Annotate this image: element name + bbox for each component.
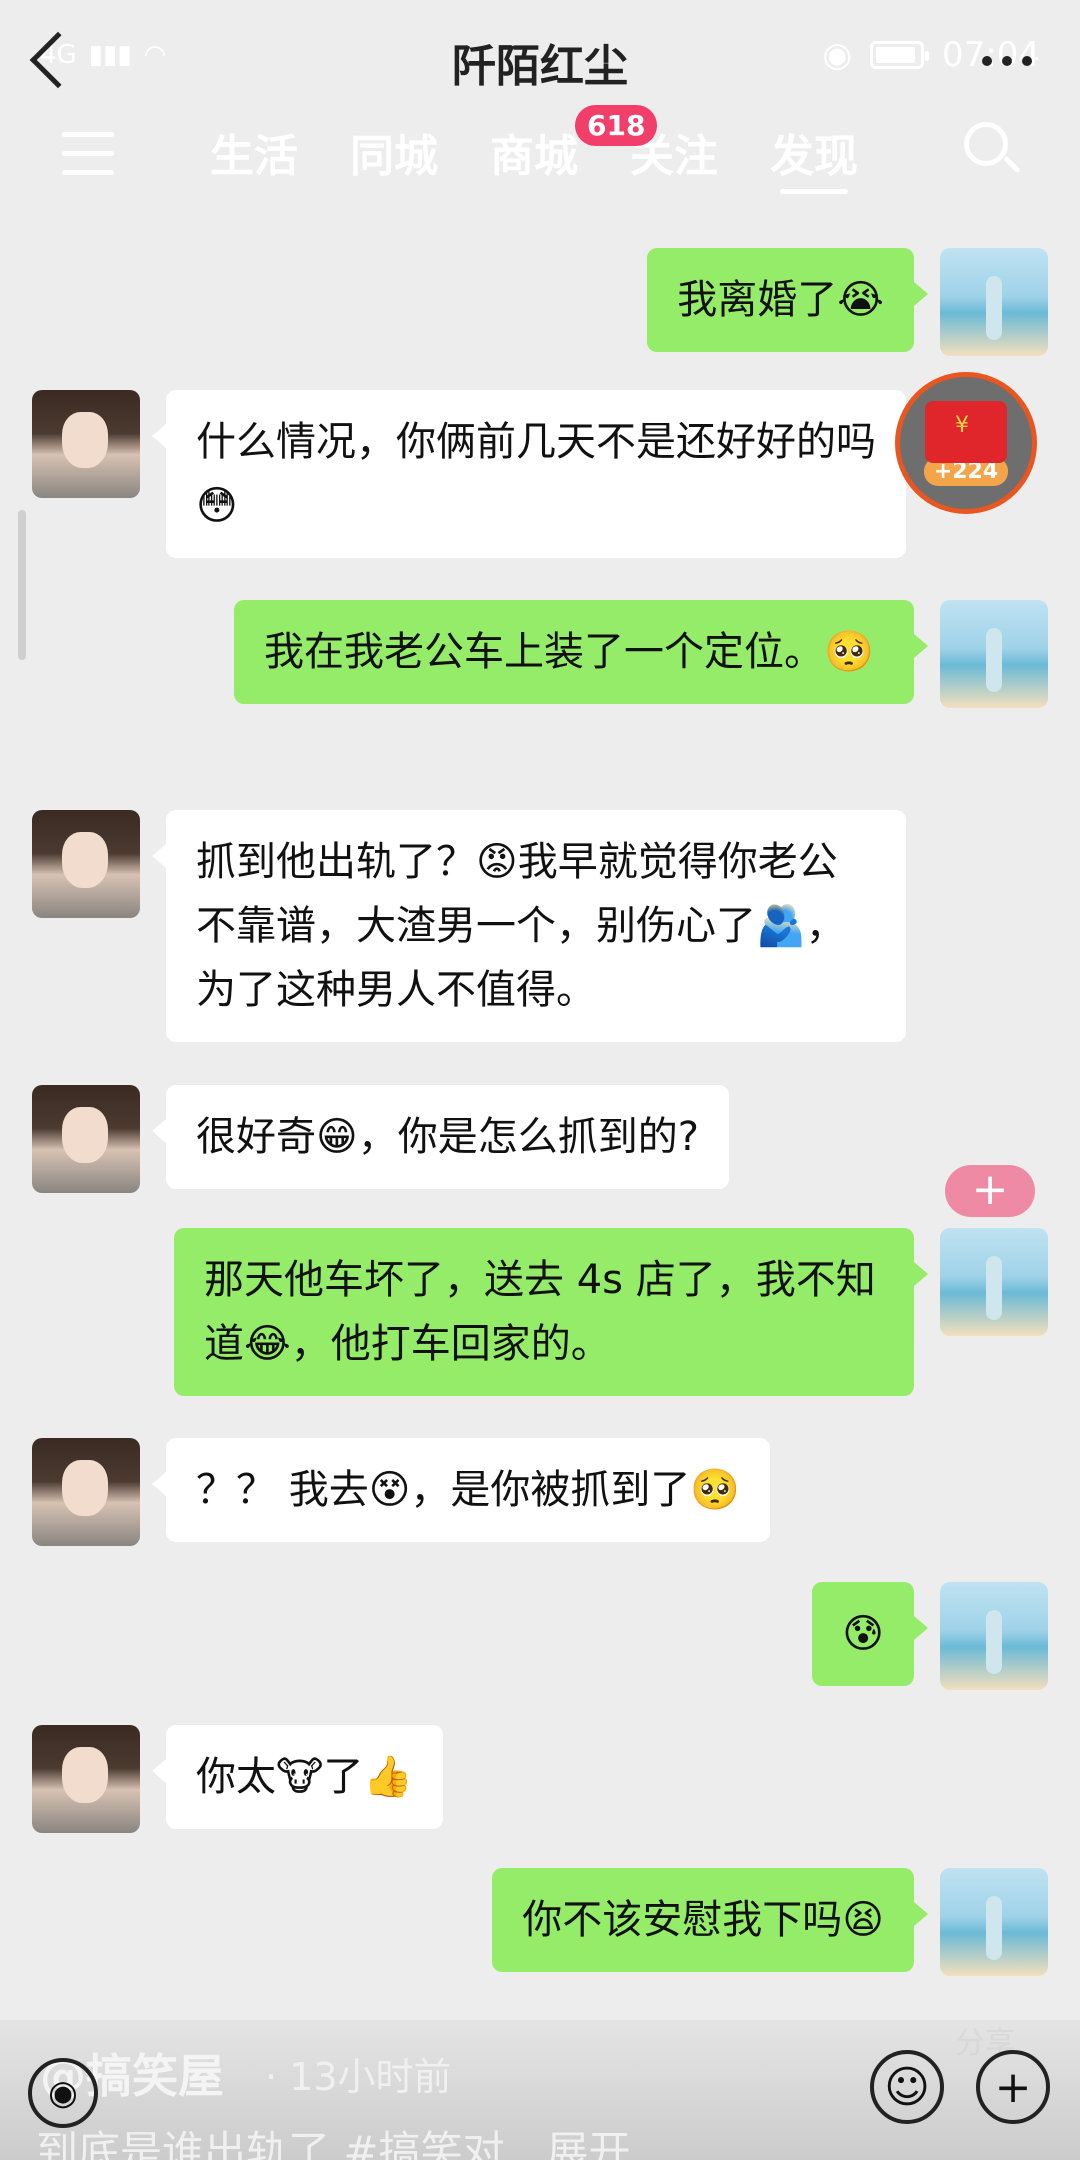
avatar[interactable] <box>32 1438 140 1546</box>
avatar[interactable] <box>940 600 1048 708</box>
message-row: 很好奇😁，你是怎么抓到的? <box>32 1085 729 1193</box>
message-bubble: ？？ 我去😵，是你被抓到了🥺 <box>151 1438 771 1542</box>
nav-tabs: 生活 同城 商城 关注 发现 <box>210 120 858 194</box>
message-row: 你太🐮了👍 <box>32 1725 444 1833</box>
follow-plus-button[interactable]: + <box>945 1165 1035 1217</box>
message-bubble: 你太🐮了👍 <box>151 1725 444 1829</box>
top-nav: 生活 同城 商城 关注 发现 <box>0 110 1080 200</box>
menu-icon[interactable] <box>62 132 114 176</box>
emoji-icon[interactable]: ☺ <box>870 2050 944 2124</box>
redpacket-widget[interactable]: +224 <box>895 372 1037 514</box>
avatar[interactable] <box>940 248 1048 356</box>
message-bubble: 那天他车坏了，送去 4s 店了，我不知道😂，他打车回家的。 <box>174 1228 928 1396</box>
message-row: 抓到他出轨了？😡我早就觉得你老公不靠谱，大渣男一个，别伤心了🫂，为了这种男人不值… <box>32 810 906 1042</box>
chat-title: 阡陌红尘 <box>452 41 628 92</box>
redpacket-icon <box>925 400 1007 463</box>
search-icon[interactable] <box>964 122 1021 178</box>
tab-local[interactable]: 同城 <box>350 120 438 184</box>
mall-badge: 618 <box>575 105 658 146</box>
caption[interactable]: 到底是谁出轨了 #搞笑对…展开 <box>36 2118 631 2160</box>
avatar[interactable] <box>940 1582 1048 1690</box>
add-icon[interactable]: + <box>976 2050 1050 2124</box>
message-row: 什么情况，你俩前几天不是还好好的吗😳 <box>32 390 906 558</box>
message-row: ？？ 我去😵，是你被抓到了🥺 <box>32 1438 771 1546</box>
message-bubble: 很好奇😁，你是怎么抓到的? <box>152 1085 729 1189</box>
message-bubble: 抓到他出轨了？😡我早就觉得你老公不靠谱，大渣男一个，别伤心了🫂，为了这种男人不值… <box>152 810 906 1042</box>
avatar[interactable] <box>32 390 140 498</box>
more-icon[interactable] <box>982 56 1032 66</box>
tab-discover[interactable]: 发现 <box>770 120 858 194</box>
tab-life[interactable]: 生活 <box>210 120 298 184</box>
message-row: 😰 <box>812 1582 1048 1690</box>
message-row: 我在我老公车上装了一个定位。🥺 <box>234 600 1048 708</box>
avatar[interactable] <box>940 1228 1048 1336</box>
post-time: · 13小时前 <box>265 2055 452 2099</box>
voice-icon[interactable]: ◉ <box>28 2058 98 2128</box>
message-bubble: 😰 <box>812 1582 928 1686</box>
message-bubble: 你不该安慰我下吗😫 <box>492 1868 928 1972</box>
message-bubble: 什么情况，你俩前几天不是还好好的吗😳 <box>152 390 906 558</box>
scroll-indicator <box>18 510 26 660</box>
avatar[interactable] <box>32 810 140 918</box>
message-bubble: 我在我老公车上装了一个定位。🥺 <box>234 600 928 704</box>
avatar[interactable] <box>32 1725 140 1833</box>
message-row: 你不该安慰我下吗😫 <box>492 1868 1048 1976</box>
message-row: 我离婚了😭 <box>647 248 1048 356</box>
message-bubble: 我离婚了😭 <box>647 248 928 352</box>
message-row: 那天他车坏了，送去 4s 店了，我不知道😂，他打车回家的。 <box>174 1228 1048 1396</box>
avatar[interactable] <box>32 1085 140 1193</box>
tab-mall[interactable]: 商城 <box>490 120 578 184</box>
avatar[interactable] <box>940 1868 1048 1976</box>
